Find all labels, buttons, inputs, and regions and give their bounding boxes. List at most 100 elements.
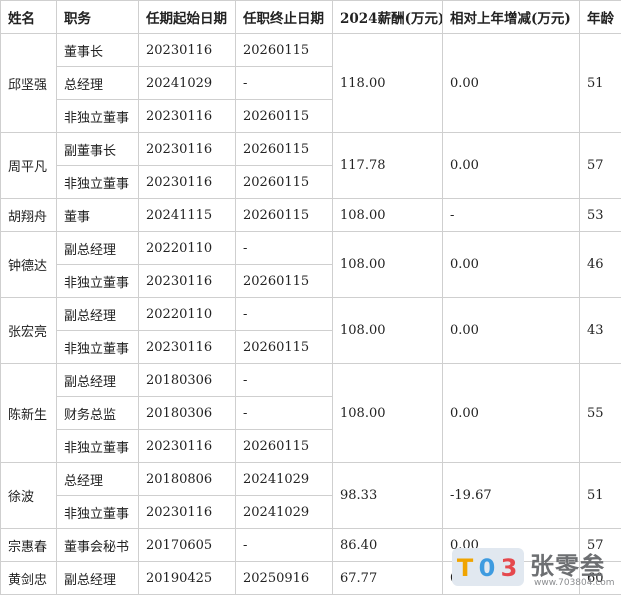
header-name: 姓名 [0, 0, 57, 34]
role-end-date: 20260115 [235, 330, 333, 364]
person-name: 胡翔舟 [0, 198, 57, 232]
salary-change: 0.00 [442, 363, 580, 463]
role-position: 非独立董事 [56, 99, 139, 133]
role-position: 总经理 [56, 462, 139, 496]
salary-2024: 117.78 [332, 132, 443, 199]
role-start-date: 20190425 [138, 561, 236, 595]
salary-change: 0.00 [442, 231, 580, 298]
salary-change: 0.00 [442, 297, 580, 364]
role-start-date: 20180306 [138, 363, 236, 397]
role-start-date: 20230116 [138, 132, 236, 166]
header-salary: 2024薪酬(万元) [332, 0, 443, 34]
role-end-date: - [235, 528, 333, 562]
role-start-date: 20230116 [138, 330, 236, 364]
person-age: 53 [579, 198, 621, 232]
header-end-date: 任职终止日期 [235, 0, 333, 34]
header-position: 职务 [56, 0, 139, 34]
watermark-logo-t: T [456, 554, 474, 582]
table-row: 张宏亮 副总经理 20220110-108.00 0.00 43 [0, 297, 621, 364]
person-name: 钟德达 [0, 231, 57, 298]
watermark: T 0 3 张零叁 www.703804.com [452, 545, 621, 593]
executive-compensation-table: 姓名 职务 任期起始日期 任职终止日期 2024薪酬(万元) 相对上年增减(万元… [0, 0, 621, 595]
role-start-date: 20180806 [138, 462, 236, 496]
table-row: 胡翔舟 董事 20241115 20260115 108.00-53 [0, 198, 621, 232]
person-name: 宗惠春 [0, 528, 57, 562]
table-body: 邱坚强 董事长 20230116 20260115 118.00 0.00 51 总经理 202… [0, 33, 621, 595]
role-end-date: 20260115 [235, 33, 333, 67]
table-row: 徐波 总经理 20180806 20241029 98.33 -19.67 51 [0, 462, 621, 529]
role-end-date: 20260115 [235, 198, 333, 232]
person-age: 46 [579, 231, 621, 298]
salary-change: - [442, 198, 580, 232]
salary-change: -19.67 [442, 462, 580, 529]
person-name: 邱坚强 [0, 33, 57, 133]
salary-2024: 108.00 [332, 363, 443, 463]
role-start-date: 20230116 [138, 264, 236, 298]
role-end-date: 20241029 [235, 462, 333, 496]
role-position: 非独立董事 [56, 330, 139, 364]
role-end-date: 20241029 [235, 495, 333, 529]
watermark-logo-three: 3 [500, 554, 518, 582]
role-end-date: - [235, 363, 333, 397]
table-row: 周平凡 副董事长 20230116 20260115 117.78 0.00 57 [0, 132, 621, 199]
header-start-date: 任期起始日期 [138, 0, 236, 34]
watermark-logo-zero: 0 [478, 554, 496, 582]
role-start-date: 20230116 [138, 33, 236, 67]
role-position: 总经理 [56, 66, 139, 100]
role-start-date: 20241029 [138, 66, 236, 100]
role-start-date: 20230116 [138, 495, 236, 529]
role-position: 副总经理 [56, 297, 139, 331]
role-position: 副董事长 [56, 132, 139, 166]
person-age: 51 [579, 462, 621, 529]
role-end-date: 20260115 [235, 165, 333, 199]
salary-2024: 67.77 [332, 561, 443, 595]
role-start-date: 20220110 [138, 297, 236, 331]
person-age: 43 [579, 297, 621, 364]
role-position: 非独立董事 [56, 429, 139, 463]
role-start-date: 20180306 [138, 396, 236, 430]
person-name: 黄剑忠 [0, 561, 57, 595]
role-end-date: 20250916 [235, 561, 333, 595]
role-position: 副总经理 [56, 561, 139, 595]
role-end-date: - [235, 66, 333, 100]
role-position: 非独立董事 [56, 264, 139, 298]
watermark-logo: T 0 3 [452, 548, 524, 586]
person-age: 57 [579, 132, 621, 199]
header-age: 年龄 [579, 0, 621, 34]
role-end-date: 20260115 [235, 264, 333, 298]
salary-2024: 108.00 [332, 198, 443, 232]
salary-2024: 108.00 [332, 297, 443, 364]
role-position: 董事会秘书 [56, 528, 139, 562]
person-name: 张宏亮 [0, 297, 57, 364]
watermark-url: www.703804.com [534, 578, 615, 588]
role-position: 董事 [56, 198, 139, 232]
role-end-date: - [235, 396, 333, 430]
salary-change: 0.00 [442, 33, 580, 133]
role-position: 董事长 [56, 33, 139, 67]
role-end-date: - [235, 297, 333, 331]
header-change: 相对上年增减(万元) [442, 0, 580, 34]
watermark-brand: 张零叁 [530, 552, 605, 580]
person-name: 徐波 [0, 462, 57, 529]
role-start-date: 20230116 [138, 429, 236, 463]
role-start-date: 20241115 [138, 198, 236, 232]
header-row: 姓名 职务 任期起始日期 任职终止日期 2024薪酬(万元) 相对上年增减(万元… [0, 0, 621, 34]
person-age: 51 [579, 33, 621, 133]
table-row: 钟德达 副总经理 20220110-108.00 0.00 46 [0, 231, 621, 298]
role-position: 非独立董事 [56, 165, 139, 199]
role-position: 非独立董事 [56, 495, 139, 529]
role-end-date: 20260115 [235, 132, 333, 166]
role-end-date: 20260115 [235, 99, 333, 133]
salary-2024: 98.33 [332, 462, 443, 529]
salary-2024: 108.00 [332, 231, 443, 298]
person-name: 周平凡 [0, 132, 57, 199]
person-age: 55 [579, 363, 621, 463]
role-position: 副总经理 [56, 231, 139, 265]
role-position: 财务总监 [56, 396, 139, 430]
salary-2024: 86.40 [332, 528, 443, 562]
role-start-date: 20220110 [138, 231, 236, 265]
role-end-date: - [235, 231, 333, 265]
person-name: 陈新生 [0, 363, 57, 463]
table-row: 邱坚强 董事长 20230116 20260115 118.00 0.00 51 [0, 33, 621, 133]
role-end-date: 20260115 [235, 429, 333, 463]
